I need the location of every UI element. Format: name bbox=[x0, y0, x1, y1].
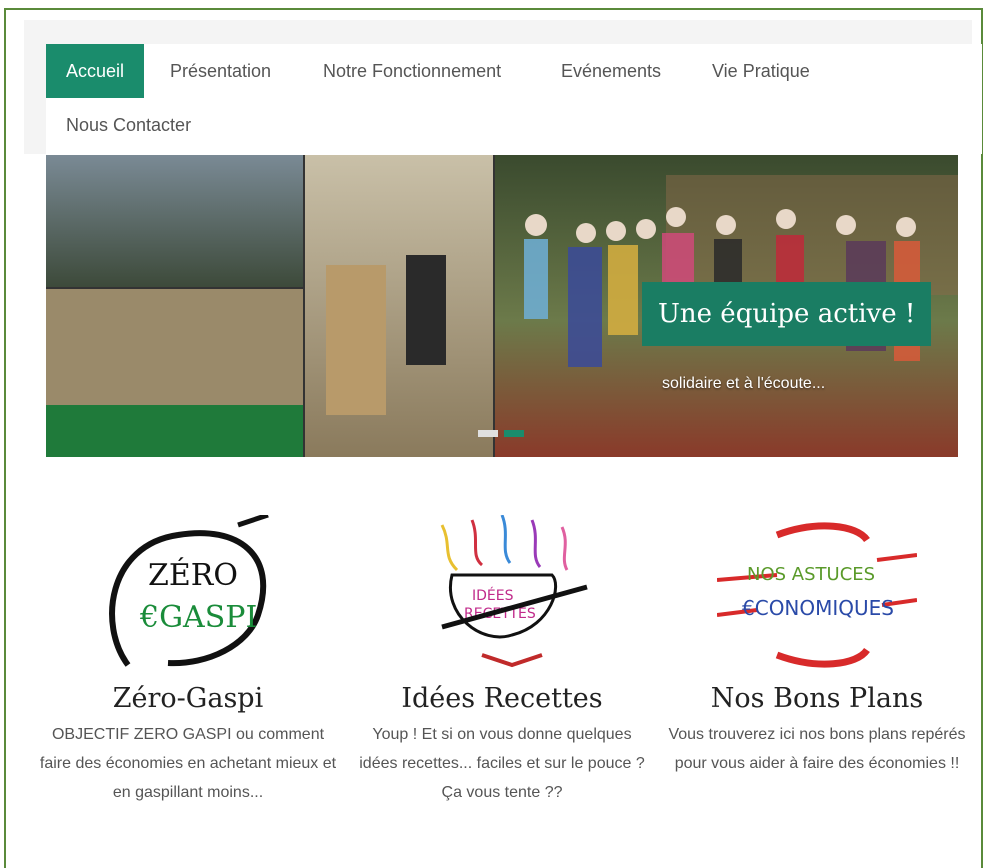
nav-item-presentation[interactable]: Présentation bbox=[170, 44, 271, 98]
feature-description-zero-gaspi: OBJECTIF ZERO GASPI ou comment faire des… bbox=[39, 726, 337, 801]
idees-recettes-logo-icon[interactable]: IDÉES RECETTES bbox=[402, 515, 602, 675]
zero-gaspi-logo-icon[interactable]: ZÉRO €GASPI bbox=[88, 515, 288, 675]
svg-text:ZÉRO: ZÉRO bbox=[148, 557, 238, 593]
hero-slider[interactable]: Une équipe active ! solidaire et à l'éco… bbox=[46, 155, 958, 457]
feature-idees-recettes: IDÉES RECETTES Idées Recettes Youp ! Et … bbox=[352, 515, 652, 807]
svg-text:NOS ASTUCES: NOS ASTUCES bbox=[747, 564, 875, 585]
feature-title-bons-plans[interactable]: Nos Bons Plans bbox=[667, 683, 967, 714]
svg-text:IDÉES: IDÉES bbox=[472, 587, 514, 604]
svg-text:€GASPI: €GASPI bbox=[139, 600, 257, 635]
main-navbar: Accueil Présentation Notre Fonctionnemen… bbox=[24, 20, 982, 154]
svg-text:€CONOMIQUES: €CONOMIQUES bbox=[742, 596, 894, 620]
nav-item-nous-contacter[interactable]: Nous Contacter bbox=[66, 98, 191, 152]
slide-caption-title: Une équipe active ! bbox=[642, 282, 932, 346]
astuces-economiques-logo-icon[interactable]: NOS ASTUCES €CONOMIQUES bbox=[717, 515, 917, 675]
feature-description-bons-plans: Vous trouverez ici nos bons plans repéré… bbox=[668, 726, 966, 772]
nav-item-accueil[interactable]: Accueil bbox=[46, 44, 145, 98]
slider-dot-2[interactable] bbox=[504, 430, 524, 437]
nav-menu: Accueil Présentation Notre Fonctionnemen… bbox=[46, 44, 982, 154]
feature-description-idees-recettes: Youp ! Et si on vous donne quelques idée… bbox=[359, 726, 645, 801]
slide-caption-subtitle: solidaire et à l'écoute... bbox=[662, 375, 826, 392]
feature-bons-plans: NOS ASTUCES €CONOMIQUES Nos Bons Plans V… bbox=[667, 515, 967, 778]
feature-title-idees-recettes[interactable]: Idées Recettes bbox=[352, 683, 652, 714]
feature-zero-gaspi: ZÉRO €GASPI Zéro-Gaspi OBJECTIF ZERO GAS… bbox=[38, 515, 338, 807]
slider-dot-1[interactable] bbox=[478, 430, 498, 437]
nav-item-evenements[interactable]: Evénements bbox=[561, 44, 661, 98]
feature-title-zero-gaspi[interactable]: Zéro-Gaspi bbox=[38, 683, 338, 714]
nav-item-notre-fonctionnement[interactable]: Notre Fonctionnement bbox=[323, 44, 501, 98]
nav-item-vie-pratique[interactable]: Vie Pratique bbox=[712, 44, 810, 98]
